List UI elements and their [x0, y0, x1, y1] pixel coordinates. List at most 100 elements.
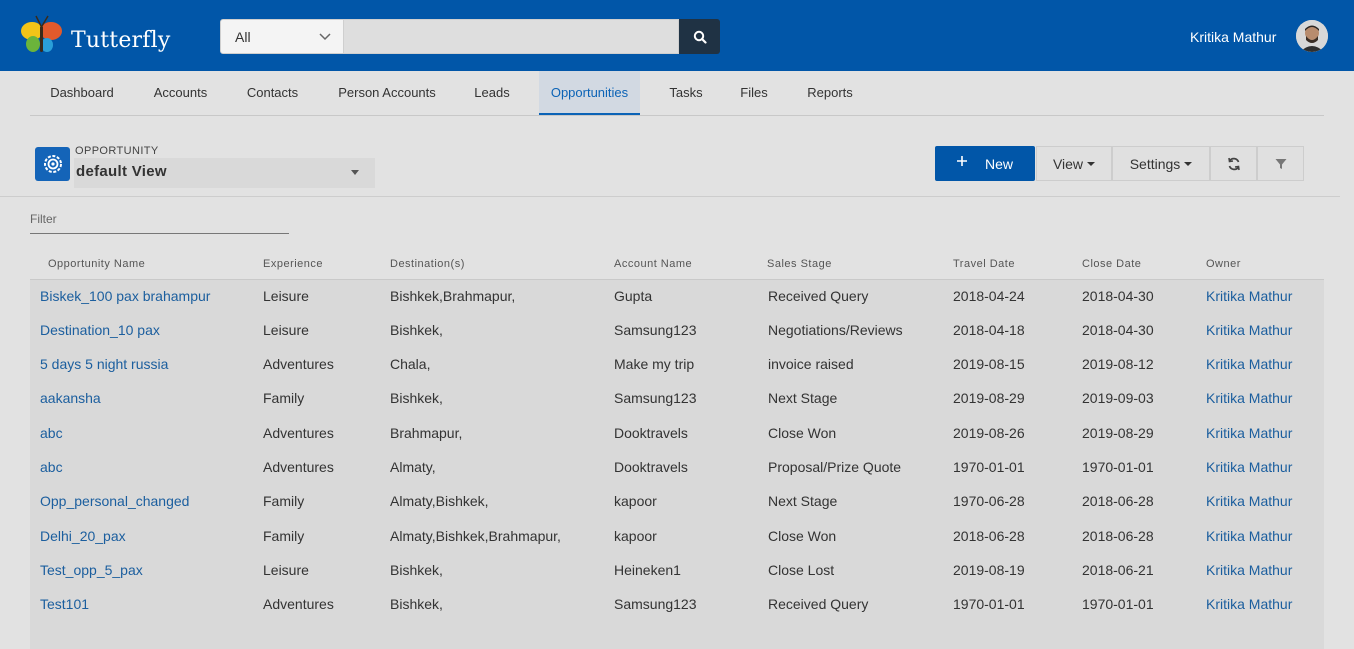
avatar[interactable]: [1296, 20, 1328, 52]
tab-tasks[interactable]: Tasks: [660, 71, 712, 115]
owner-link[interactable]: Kritika Mathur: [1206, 562, 1292, 578]
account-name-cell: Gupta: [614, 288, 653, 304]
experience-cell: Adventures: [263, 425, 334, 441]
owner-link[interactable]: Kritika Mathur: [1206, 459, 1292, 475]
table-row[interactable]: Biskek_100 pax brahampur Leisure Bishkek,B…: [30, 279, 1324, 313]
account-name-cell: Dooktravels: [614, 425, 688, 441]
column-header[interactable]: Account Name: [614, 258, 692, 270]
app-name: Tutterfly: [71, 28, 171, 53]
user-name[interactable]: Kritika Mathur: [1190, 29, 1276, 45]
filter-button[interactable]: [1257, 146, 1304, 181]
owner-link[interactable]: Kritika Mathur: [1206, 288, 1292, 304]
tab-files[interactable]: Files: [732, 71, 776, 115]
new-button[interactable]: New: [935, 146, 1035, 181]
table-row[interactable]: aakansha Family Bishkek, Samsung123 Next Sta…: [30, 381, 1324, 415]
experience-cell: Adventures: [263, 459, 334, 475]
butterfly-logo-icon: [21, 15, 62, 52]
plus-icon: [956, 155, 967, 166]
experience-cell: Adventures: [263, 596, 334, 612]
travel-date-cell: 2019-08-29: [953, 390, 1025, 406]
app-logo[interactable]: Tutterfly: [18, 14, 171, 58]
refresh-button[interactable]: [1210, 146, 1257, 181]
search-button[interactable]: [679, 19, 720, 54]
column-header[interactable]: Sales Stage: [767, 258, 832, 270]
column-header[interactable]: Owner: [1206, 258, 1241, 270]
column-header[interactable]: Opportunity Name: [48, 258, 145, 270]
opportunity-name-link[interactable]: Delhi_20_pax: [40, 528, 126, 544]
view-button[interactable]: View: [1036, 146, 1112, 181]
opportunity-name-link[interactable]: Test_opp_5_pax: [40, 562, 143, 578]
close-date-cell: 2019-09-03: [1082, 390, 1154, 406]
object-icon: [35, 147, 70, 181]
destination-cell: Brahmapur,: [390, 425, 463, 441]
search-input[interactable]: [344, 19, 679, 54]
table-row[interactable]: abc Adventures Brahmapur, Dooktravels Close …: [30, 416, 1324, 450]
opportunities-table: Opportunity Name Experience Destination(…: [30, 250, 1324, 649]
table-header: Opportunity Name Experience Destination(…: [30, 250, 1324, 280]
refresh-icon: [1227, 157, 1240, 170]
experience-cell: Adventures: [263, 356, 334, 372]
opportunity-name-link[interactable]: Destination_10 pax: [40, 322, 160, 338]
destination-cell: Almaty,Bishkek,Brahmapur,: [390, 528, 561, 544]
table-row[interactable]: Test_opp_5_pax Leisure Bishkek, Heineken1 Cl…: [30, 553, 1324, 587]
sales-stage-cell: invoice raised: [768, 356, 854, 372]
owner-link[interactable]: Kritika Mathur: [1206, 322, 1292, 338]
tab-leads[interactable]: Leads: [466, 71, 518, 115]
opportunity-name-link[interactable]: abc: [40, 425, 63, 441]
destination-cell: Almaty,: [390, 459, 436, 475]
tab-reports[interactable]: Reports: [797, 71, 863, 115]
search-scope-select[interactable]: All: [220, 19, 344, 54]
travel-date-cell: 2018-04-24: [953, 288, 1025, 304]
opportunity-name-link[interactable]: 5 days 5 night russia: [40, 356, 168, 372]
list-view-select[interactable]: default View: [74, 158, 375, 188]
opportunity-name-link[interactable]: abc: [40, 459, 63, 475]
owner-link[interactable]: Kritika Mathur: [1206, 528, 1292, 544]
user-avatar-icon: [1296, 20, 1328, 52]
table-row[interactable]: Delhi_20_pax Family Almaty,Bishkek,Brahmap…: [30, 519, 1324, 553]
column-header[interactable]: Destination(s): [390, 258, 465, 270]
column-header[interactable]: Travel Date: [953, 258, 1015, 270]
sales-stage-cell: Received Query: [768, 596, 869, 612]
view-button-label: View: [1052, 155, 1084, 172]
experience-cell: Family: [263, 528, 305, 544]
opportunity-name-link[interactable]: Opp_personal_changed: [40, 493, 189, 509]
destination-cell: Bishkek,: [390, 322, 443, 338]
owner-link[interactable]: Kritika Mathur: [1206, 493, 1292, 509]
owner-link[interactable]: Kritika Mathur: [1206, 596, 1292, 612]
opportunity-name-link[interactable]: aakansha: [40, 390, 101, 406]
travel-date-cell: 2019-08-15: [953, 356, 1025, 372]
search-scope-value: All: [235, 28, 251, 45]
tab-opportunities[interactable]: Opportunities: [539, 71, 640, 115]
owner-link[interactable]: Kritika Mathur: [1206, 425, 1292, 441]
settings-button[interactable]: Settings: [1112, 146, 1210, 181]
tab-person-accounts[interactable]: Person Accounts: [327, 71, 447, 115]
filter-input[interactable]: Filter: [30, 212, 289, 234]
column-header[interactable]: Experience: [263, 258, 323, 270]
column-header[interactable]: Close Date: [1082, 258, 1141, 270]
account-name-cell: Make my trip: [614, 356, 695, 372]
object-type-label: OPPORTUNITY: [75, 145, 159, 157]
caret-down-icon: [1184, 161, 1193, 166]
owner-link[interactable]: Kritika Mathur: [1206, 390, 1292, 406]
sales-stage-cell: Close Won: [768, 528, 837, 544]
destination-cell: Chala,: [390, 356, 431, 372]
tab-accounts[interactable]: Accounts: [143, 71, 218, 115]
destination-cell: Bishkek,Brahmapur,: [390, 288, 516, 304]
experience-cell: Leisure: [263, 288, 309, 304]
tab-dashboard[interactable]: Dashboard: [36, 71, 128, 115]
opportunity-name-link[interactable]: Test101: [40, 596, 89, 612]
close-date-cell: 2019-08-12: [1082, 356, 1154, 372]
table-row[interactable]: Test101 Adventures Bishkek, Samsung123 Recei…: [30, 587, 1324, 621]
table-row[interactable]: Destination_10 pax Leisure Bishkek, Samsung…: [30, 313, 1324, 347]
opportunity-name-link[interactable]: Biskek_100 pax brahampur: [40, 288, 210, 304]
account-name-cell: kapoor: [614, 528, 657, 544]
table-row[interactable]: 5 days 5 night russia Adventures Chala, Mak…: [30, 347, 1324, 381]
table-row[interactable]: abc Adventures Almaty, Dooktravels Proposal/…: [30, 450, 1324, 484]
table-row[interactable]: Opp_personal_changed Family Almaty,Bishkek…: [30, 484, 1324, 518]
experience-cell: Leisure: [263, 322, 309, 338]
tab-contacts[interactable]: Contacts: [236, 71, 309, 115]
travel-date-cell: 1970-06-28: [953, 493, 1025, 509]
owner-link[interactable]: Kritika Mathur: [1206, 356, 1292, 372]
travel-date-cell: 2019-08-19: [953, 562, 1025, 578]
destination-cell: Bishkek,: [390, 390, 443, 406]
